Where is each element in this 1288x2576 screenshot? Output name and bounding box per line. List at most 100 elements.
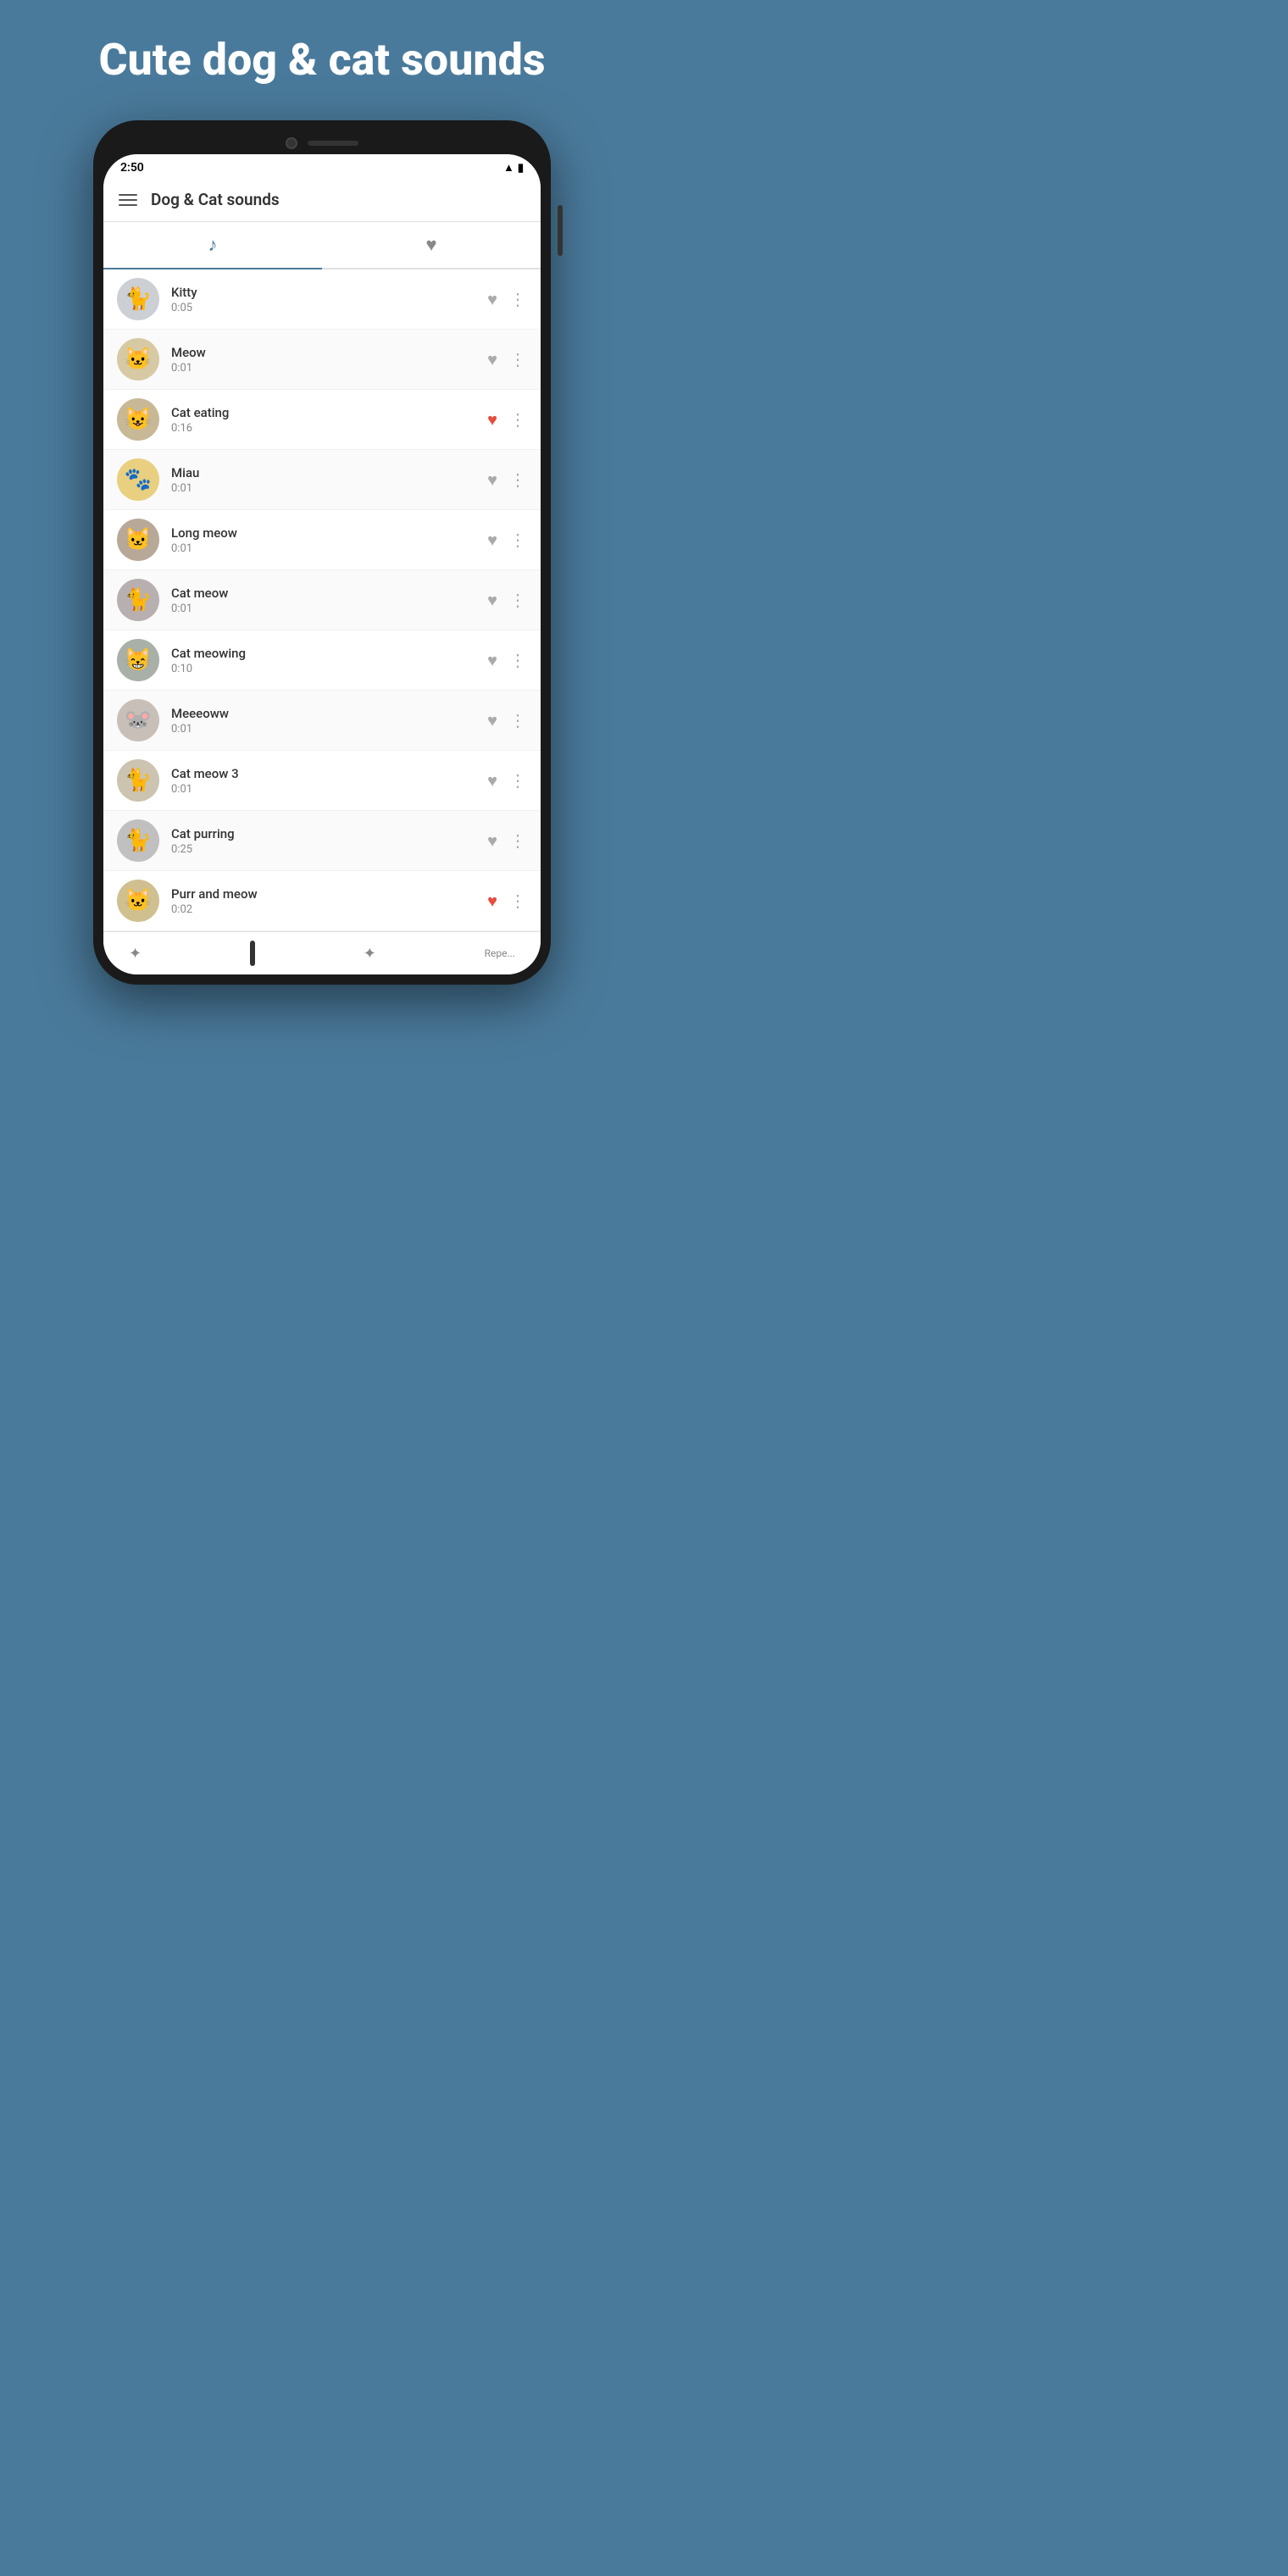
item-actions: ♥ ⋮	[487, 770, 527, 791]
bottom-nav: ✦ ✦ Repe...	[103, 931, 541, 974]
item-duration: 0:01	[171, 362, 475, 375]
item-info: Long meow 0:01	[171, 525, 475, 555]
sound-list: 🐈 Kitty 0:05 ♥ ⋮ 🐱 Meow 0:01 ♥ ⋮	[103, 269, 541, 931]
tab-favorites[interactable]: ♥	[322, 222, 541, 268]
avatar-5: 🐈	[117, 579, 159, 621]
status-icons: ▲ ▮	[503, 161, 524, 175]
item-info: Meeeoww 0:01	[171, 706, 475, 736]
favorite-button[interactable]: ♥	[487, 409, 497, 430]
more-button[interactable]: ⋮	[509, 289, 527, 309]
item-duration: 0:01	[171, 482, 475, 495]
more-button[interactable]: ⋮	[509, 830, 527, 851]
avatar-6: 😸	[117, 639, 159, 681]
camera	[286, 137, 297, 149]
app-bar: Dog & Cat sounds	[103, 178, 541, 222]
avatar-1: 🐱	[117, 338, 159, 380]
item-duration: 0:01	[171, 602, 475, 615]
list-item[interactable]: 🐈 Cat meow 0:01 ♥ ⋮	[103, 570, 541, 630]
avatar-7: 🐭	[117, 699, 159, 741]
list-item[interactable]: 🐈 Cat purring 0:25 ♥ ⋮	[103, 811, 541, 871]
item-info: Cat meow 3 0:01	[171, 766, 475, 796]
item-actions: ♥ ⋮	[487, 710, 527, 731]
list-item[interactable]: 🐈 Cat meow 3 0:01 ♥ ⋮	[103, 751, 541, 811]
avatar-8: 🐈	[117, 759, 159, 802]
status-time: 2:50	[120, 161, 144, 175]
item-name: Purr and meow	[171, 886, 475, 902]
more-button[interactable]: ⋮	[509, 409, 527, 430]
more-button[interactable]: ⋮	[509, 530, 527, 550]
avatar-0: 🐈	[117, 278, 159, 320]
item-info: Miau 0:01	[171, 465, 475, 495]
avatar-2: 😺	[117, 398, 159, 441]
music-icon: ♪	[208, 234, 218, 256]
item-actions: ♥ ⋮	[487, 590, 527, 611]
item-name: Cat meowing	[171, 646, 475, 661]
avatar-4: 🐱	[117, 519, 159, 561]
item-name: Cat purring	[171, 826, 475, 841]
favorite-button[interactable]: ♥	[487, 469, 497, 491]
item-name: Cat eating	[171, 405, 475, 420]
favorite-button[interactable]: ♥	[487, 289, 497, 310]
list-item[interactable]: 🐭 Meeeoww 0:01 ♥ ⋮	[103, 691, 541, 751]
item-actions: ♥ ⋮	[487, 469, 527, 491]
more-button[interactable]: ⋮	[509, 469, 527, 490]
list-item[interactable]: 🐱 Purr and meow 0:02 ♥ ⋮	[103, 871, 541, 931]
item-name: Long meow	[171, 525, 475, 541]
repeat-label: Repe...	[485, 947, 515, 959]
item-info: Purr and meow 0:02	[171, 886, 475, 916]
item-actions: ♥ ⋮	[487, 530, 527, 551]
side-button	[558, 205, 563, 256]
heart-tab-icon: ♥	[425, 234, 436, 256]
item-name: Kitty	[171, 285, 475, 300]
list-item[interactable]: 🐱 Long meow 0:01 ♥ ⋮	[103, 510, 541, 570]
more-button[interactable]: ⋮	[509, 349, 527, 369]
more-button[interactable]: ⋮	[509, 590, 527, 610]
avatar-3: 🐾	[117, 458, 159, 501]
favorite-button[interactable]: ♥	[487, 530, 497, 551]
avatar-9: 🐈	[117, 819, 159, 862]
item-info: Kitty 0:05	[171, 285, 475, 314]
item-name: Meeeoww	[171, 706, 475, 721]
item-info: Cat purring 0:25	[171, 826, 475, 856]
favorite-button[interactable]: ♥	[487, 891, 497, 912]
favorite-button[interactable]: ♥	[487, 349, 497, 370]
nav-left-icon: ✦	[129, 945, 142, 963]
item-info: Cat eating 0:16	[171, 405, 475, 435]
item-duration: 0:25	[171, 843, 475, 856]
more-button[interactable]: ⋮	[509, 710, 527, 730]
item-name: Miau	[171, 465, 475, 480]
menu-button[interactable]	[119, 194, 137, 206]
battery-icon: ▮	[518, 162, 524, 175]
nav-right-icon: ✦	[364, 945, 376, 963]
tab-music[interactable]: ♪	[103, 222, 322, 268]
list-item[interactable]: 🐾 Miau 0:01 ♥ ⋮	[103, 450, 541, 510]
more-button[interactable]: ⋮	[509, 770, 527, 791]
item-duration: 0:01	[171, 723, 475, 736]
list-item[interactable]: 🐈 Kitty 0:05 ♥ ⋮	[103, 269, 541, 330]
page-headline: Cute dog & cat sounds	[73, 34, 570, 86]
item-actions: ♥ ⋮	[487, 830, 527, 852]
nav-center	[250, 941, 255, 966]
favorite-button[interactable]: ♥	[487, 590, 497, 611]
item-duration: 0:10	[171, 663, 475, 675]
list-item[interactable]: 😺 Cat eating 0:16 ♥ ⋮	[103, 390, 541, 450]
signal-icon: ▲	[503, 161, 514, 175]
phone-screen: 2:50 ▲ ▮ Dog & Cat sounds ♪ ♥	[103, 154, 541, 974]
more-button[interactable]: ⋮	[509, 650, 527, 670]
favorite-button[interactable]: ♥	[487, 710, 497, 731]
favorite-button[interactable]: ♥	[487, 770, 497, 791]
more-button[interactable]: ⋮	[509, 891, 527, 911]
phone-top-bar	[103, 130, 541, 154]
item-actions: ♥ ⋮	[487, 289, 527, 310]
avatar-10: 🐱	[117, 880, 159, 922]
list-item[interactable]: 🐱 Meow 0:01 ♥ ⋮	[103, 330, 541, 390]
favorite-button[interactable]: ♥	[487, 830, 497, 852]
tabs-container: ♪ ♥	[103, 222, 541, 269]
item-duration: 0:02	[171, 903, 475, 916]
favorite-button[interactable]: ♥	[487, 650, 497, 671]
item-actions: ♥ ⋮	[487, 650, 527, 671]
list-item[interactable]: 😸 Cat meowing 0:10 ♥ ⋮	[103, 630, 541, 691]
item-name: Cat meow 3	[171, 766, 475, 781]
item-duration: 0:16	[171, 422, 475, 435]
app-title: Dog & Cat sounds	[151, 190, 280, 209]
